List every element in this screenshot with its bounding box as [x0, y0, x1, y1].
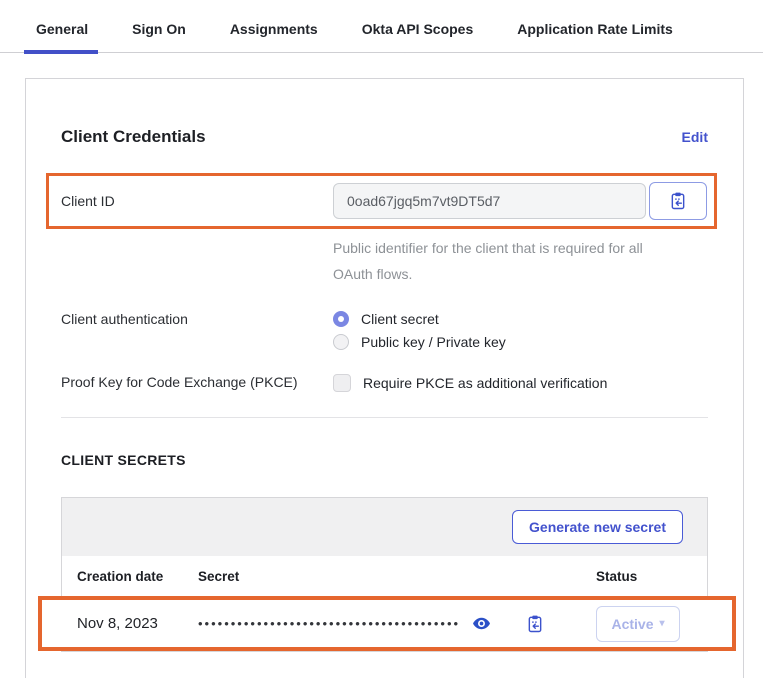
- copy-client-id-button[interactable]: [649, 182, 707, 220]
- checkbox-unchecked-icon[interactable]: [333, 374, 351, 392]
- column-header-secret: Secret: [198, 569, 596, 584]
- eye-icon[interactable]: [472, 614, 491, 633]
- chevron-down-icon: ▾: [660, 618, 665, 629]
- client-credentials-header: Client Credentials Edit: [61, 127, 708, 147]
- table-row: Nov 8, 2023 ••••••••••••••••••••••••••••…: [42, 600, 732, 647]
- tab-application-rate-limits[interactable]: Application Rate Limits: [517, 21, 673, 52]
- client-id-row-highlight: Client ID: [46, 173, 717, 229]
- client-id-help-text: Public identifier for the client that is…: [333, 235, 678, 287]
- client-secrets-heading: CLIENT SECRETS: [61, 452, 708, 468]
- secret-cell: ••••••••••••••••••••••••••••••••••••••••: [198, 614, 596, 634]
- masked-secret-value: ••••••••••••••••••••••••••••••••••••••••: [198, 616, 460, 631]
- status-dropdown-button[interactable]: Active ▾: [596, 606, 680, 642]
- radio-option-public-private-key[interactable]: Public key / Private key: [333, 334, 506, 350]
- client-authentication-label: Client authentication: [61, 311, 333, 350]
- creation-date-cell: Nov 8, 2023: [77, 615, 198, 632]
- tab-general[interactable]: General: [36, 21, 88, 52]
- tab-okta-api-scopes[interactable]: Okta API Scopes: [362, 21, 474, 52]
- client-authentication-row: Client authentication Client secret Publ…: [61, 311, 708, 350]
- radio-unselected-icon[interactable]: [333, 334, 349, 350]
- pkce-row: Proof Key for Code Exchange (PKCE) Requi…: [61, 374, 708, 392]
- pkce-label: Proof Key for Code Exchange (PKCE): [61, 374, 333, 392]
- status-label: Active: [611, 616, 653, 632]
- card-bottom-spacer: [61, 652, 708, 688]
- radio-label: Client secret: [361, 311, 439, 327]
- generate-new-secret-button[interactable]: Generate new secret: [512, 510, 683, 544]
- edit-link[interactable]: Edit: [682, 129, 708, 145]
- client-secrets-table-container: Generate new secret Creation date Secret…: [61, 497, 708, 652]
- pkce-checkbox-option[interactable]: Require PKCE as additional verification: [333, 374, 607, 392]
- section-divider: [61, 417, 708, 418]
- status-cell: Active ▾: [596, 606, 692, 642]
- clipboard-icon: [525, 614, 545, 634]
- tab-sign-on[interactable]: Sign On: [132, 21, 186, 52]
- pkce-checkbox-label: Require PKCE as additional verification: [363, 375, 607, 391]
- app-tabs: General Sign On Assignments Okta API Sco…: [0, 0, 763, 53]
- column-header-creation-date: Creation date: [77, 569, 198, 584]
- radio-option-client-secret[interactable]: Client secret: [333, 311, 506, 327]
- column-header-status: Status: [596, 569, 692, 584]
- tab-assignments[interactable]: Assignments: [230, 21, 318, 52]
- secrets-table-header: Creation date Secret Status: [62, 556, 707, 596]
- general-settings-card: Client Credentials Edit Client ID Public…: [25, 78, 744, 678]
- radio-selected-icon[interactable]: [333, 311, 349, 327]
- client-id-input[interactable]: [333, 183, 646, 219]
- section-title: Client Credentials: [61, 127, 206, 147]
- client-secret-row-highlight: Nov 8, 2023 ••••••••••••••••••••••••••••…: [38, 596, 736, 651]
- client-id-label: Client ID: [61, 193, 333, 209]
- client-secrets-toolbar: Generate new secret: [62, 498, 707, 556]
- copy-secret-button[interactable]: [525, 614, 545, 634]
- client-authentication-options: Client secret Public key / Private key: [333, 311, 506, 350]
- radio-label: Public key / Private key: [361, 334, 506, 350]
- clipboard-icon: [668, 191, 688, 211]
